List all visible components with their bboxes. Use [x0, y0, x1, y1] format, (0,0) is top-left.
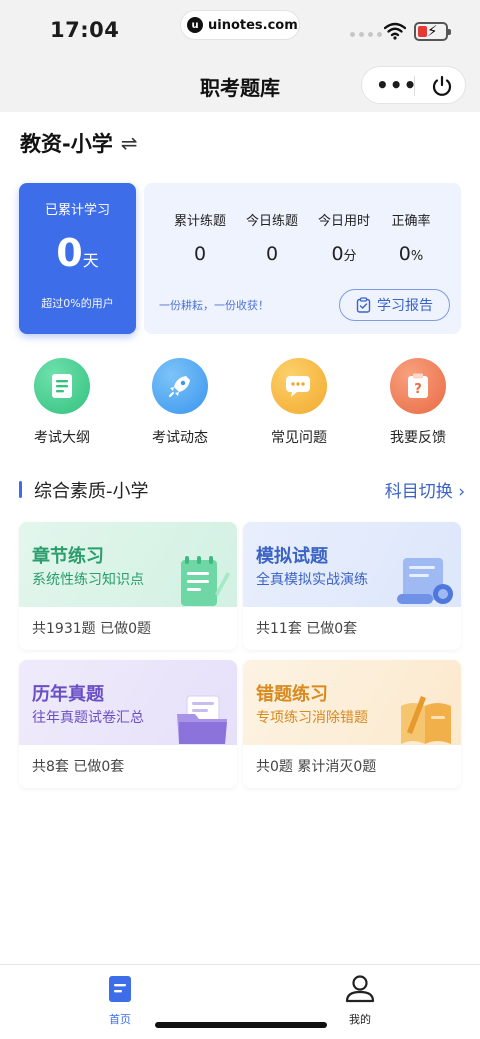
navigation-bar: 职考题库 •••: [0, 64, 480, 112]
tab-label: 我的: [349, 1013, 371, 1026]
book-pencil-icon: [401, 696, 451, 744]
tab-label: 首页: [109, 1013, 131, 1026]
menu-label: 考试动态: [152, 430, 208, 446]
home-doc-icon: [109, 976, 131, 1002]
menu-label: 考试大纲: [34, 430, 90, 446]
study-days: 0天: [19, 231, 136, 275]
subject-switch-link[interactable]: 科目切换 ›: [385, 477, 465, 502]
menu-faq[interactable]: 常见问题: [249, 358, 349, 447]
stat-accuracy: 正确率 0%: [375, 210, 447, 265]
card-subtitle: 全真模拟实战演练: [256, 572, 368, 588]
url-text: uinotes.com: [208, 17, 298, 33]
stat-label: 今日练题: [245, 214, 298, 229]
stat-total-questions: 累计练题 0: [164, 210, 236, 265]
study-report-button[interactable]: 学习报告: [339, 289, 450, 321]
chevron-right-icon: ›: [458, 482, 465, 502]
stat-today-questions: 今日练题 0: [236, 210, 308, 265]
rocket-icon: [152, 358, 208, 414]
scroll-stamp-icon: [397, 558, 453, 604]
card-stat: 共0题 累计消灭0题: [256, 759, 377, 775]
card-subtitle: 专项练习消除错题: [256, 710, 368, 726]
report-clipboard-icon: [356, 297, 371, 313]
stat-value: 0: [265, 243, 279, 265]
study-days-value: 0: [56, 231, 83, 275]
power-icon[interactable]: [430, 74, 454, 98]
battery-icon: ⚡: [414, 22, 451, 41]
url-pill[interactable]: u uinotes.com: [180, 10, 300, 40]
card-stat: 共8套 已做0套: [32, 759, 125, 775]
tab-home[interactable]: 首页: [75, 975, 165, 1027]
stat-unit: %: [410, 249, 424, 264]
stat-value: 0: [193, 243, 207, 265]
home-indicator[interactable]: [155, 1022, 327, 1028]
more-dots-icon[interactable]: •••: [376, 75, 417, 95]
card-mock-exam[interactable]: 模拟试题 全真模拟实战演练 共11套 已做0套: [243, 522, 461, 650]
card-title: 模拟试题: [256, 546, 328, 567]
study-days-card: 已累计学习 0天 超过0%的用户: [19, 183, 136, 334]
subject-section-header: 综合素质-小学 科目切换 ›: [19, 476, 465, 502]
status-bar: 17:04 u uinotes.com ⚡: [0, 0, 480, 64]
wifi-icon: [384, 22, 406, 40]
menu-label: 我要反馈: [390, 430, 446, 446]
card-subtitle: 系统性练习知识点: [32, 572, 144, 588]
document-icon: [34, 358, 90, 414]
card-past-exams[interactable]: 历年真题 往年真题试卷汇总 共8套 已做0套: [19, 660, 237, 788]
card-title: 错题练习: [256, 684, 328, 705]
menu-exam-news[interactable]: 考试动态: [130, 358, 230, 447]
stats-card: 累计练题 0 今日练题 0 今日用时 0分 正确率 0% 一份耕耘，一份收获！ …: [144, 183, 461, 334]
card-wrong-questions[interactable]: 错题练习 专项练习消除错题 共0题 累计消灭0题: [243, 660, 461, 788]
chat-bubble-icon: [271, 358, 327, 414]
section-accent-bar: [19, 481, 22, 498]
section-title: 综合素质-小学: [34, 481, 149, 502]
subject-switch-label: 科目切换: [384, 482, 453, 502]
exam-type-label: 教资-小学: [20, 132, 113, 156]
swap-arrows-icon[interactable]: ⇌: [121, 131, 138, 155]
menu-feedback[interactable]: ? 我要反馈: [368, 358, 468, 447]
stat-value: 0: [331, 243, 344, 265]
user-icon: [345, 975, 375, 1003]
menu-exam-outline[interactable]: 考试大纲: [12, 358, 112, 447]
stat-label: 今日用时: [317, 214, 370, 229]
study-days-unit: 天: [82, 251, 99, 270]
card-title: 章节练习: [32, 546, 104, 567]
svg-text:?: ?: [414, 382, 422, 397]
stat-label: 正确率: [391, 214, 431, 229]
notebook-pen-icon: [181, 556, 230, 606]
card-chapter-practice[interactable]: 章节练习 系统性练习知识点 共1931题 已做0题: [19, 522, 237, 650]
exam-type-switcher[interactable]: 教资-小学 ⇌: [20, 128, 137, 158]
clipboard-question-icon: ?: [390, 358, 446, 414]
study-label: 已累计学习: [44, 203, 110, 218]
study-report-label: 学习报告: [377, 298, 433, 314]
slogan-text: 一份耕耘，一份收获！: [159, 299, 269, 312]
miniprogram-capsule: •••: [361, 66, 466, 104]
stat-today-time: 今日用时 0分: [308, 210, 380, 265]
quick-menu: 考试大纲 考试动态 常见问题 ? 我要反馈: [0, 358, 480, 450]
card-stat: 共11套 已做0套: [256, 621, 358, 637]
stat-unit: 分: [343, 249, 357, 264]
study-percentile: 超过0%的用户: [41, 297, 114, 310]
folder-papers-icon: [177, 695, 227, 744]
card-stat: 共1931题 已做0题: [32, 621, 151, 637]
cellular-signal-icon: [350, 32, 382, 37]
card-subtitle: 往年真题试卷汇总: [32, 710, 144, 726]
stat-value: 0: [398, 243, 411, 265]
stat-label: 累计练题: [173, 214, 226, 229]
status-time: 17:04: [50, 18, 120, 42]
site-logo-icon: u: [187, 17, 203, 33]
menu-label: 常见问题: [271, 430, 327, 446]
card-title: 历年真题: [32, 684, 104, 705]
tab-profile[interactable]: 我的: [315, 975, 405, 1027]
